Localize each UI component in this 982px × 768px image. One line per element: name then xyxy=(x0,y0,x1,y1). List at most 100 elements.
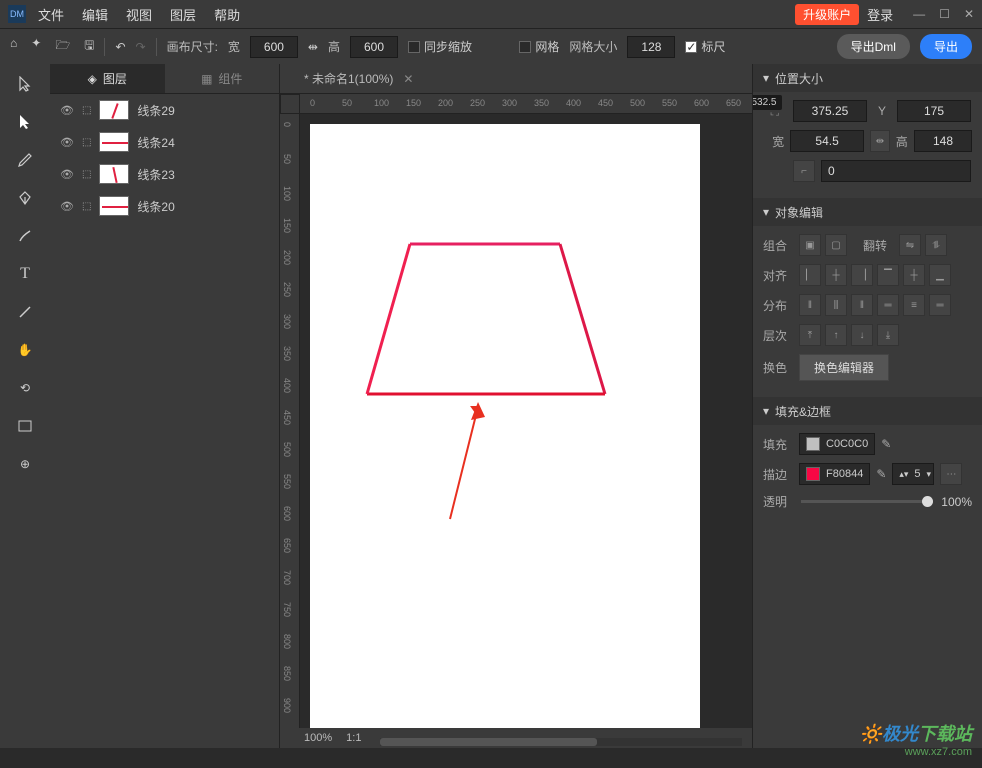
brush-tool[interactable] xyxy=(11,226,39,246)
section-fill-stroke[interactable]: ▾ 填充&边框 xyxy=(753,397,982,425)
recolor-editor-button[interactable]: 换色编辑器 xyxy=(799,354,889,381)
tab-components[interactable]: ▦ 组件 xyxy=(165,64,280,93)
dist-6-button[interactable]: ═ xyxy=(929,294,951,316)
menu-help[interactable]: 帮助 xyxy=(214,5,240,24)
canvas-page[interactable] xyxy=(310,124,700,728)
new-icon[interactable]: ✦ xyxy=(31,36,41,57)
ungroup-button[interactable]: ▢ xyxy=(825,234,847,256)
zoom-value[interactable]: 100% xyxy=(304,732,332,744)
dist-5-button[interactable]: ≡ xyxy=(903,294,925,316)
menu-edit[interactable]: 编辑 xyxy=(82,5,108,24)
minimize-icon[interactable]: — xyxy=(913,7,925,21)
zoom-ratio[interactable]: 1:1 xyxy=(346,732,361,744)
align-bottom-button[interactable]: ▁ xyxy=(929,264,951,286)
menu-layer[interactable]: 图层 xyxy=(170,5,196,24)
rect-tool[interactable] xyxy=(11,416,39,436)
save-icon[interactable]: 🖫 xyxy=(84,36,94,57)
stroke-eyedropper-icon[interactable]: ✎ xyxy=(876,467,886,481)
pos-y-input[interactable] xyxy=(897,100,971,122)
section-object-edit[interactable]: ▾ 对象编辑 xyxy=(753,198,982,226)
grid-checkbox[interactable]: 网格 xyxy=(519,38,559,55)
canvas-width-input[interactable] xyxy=(250,36,298,58)
opacity-label: 透明 xyxy=(763,493,793,510)
link-dimensions-icon[interactable]: ⇹ xyxy=(308,40,318,54)
stroke-width-field[interactable]: ▴▾ 5 ▾ xyxy=(892,463,934,485)
upgrade-badge[interactable]: 升级账户 xyxy=(795,4,859,25)
undo-icon[interactable]: ↶ xyxy=(115,40,125,54)
align-center-v-button[interactable]: ┼ xyxy=(903,264,925,286)
dist-2-button[interactable]: ⫼ xyxy=(825,294,847,316)
flip-v-button[interactable]: ⥮ xyxy=(925,234,947,256)
zoom-tool[interactable]: ⊕ xyxy=(11,454,39,474)
visibility-icon[interactable]: 👁 xyxy=(60,104,74,117)
pointer-tool[interactable] xyxy=(11,74,39,94)
visibility-icon[interactable]: 👁 xyxy=(60,168,74,181)
horizontal-scrollbar[interactable] xyxy=(380,738,742,746)
export-button[interactable]: 导出 xyxy=(920,34,972,59)
dist-1-button[interactable]: ‖ xyxy=(799,294,821,316)
height-input[interactable] xyxy=(914,130,972,152)
export-dml-button[interactable]: 导出Dml xyxy=(837,34,910,59)
distribute-label: 分布 xyxy=(763,297,793,314)
maximize-icon[interactable]: ☐ xyxy=(939,7,950,21)
backward-button[interactable]: ↓ xyxy=(851,324,873,346)
opacity-slider[interactable] xyxy=(801,500,933,503)
section-position-size[interactable]: ▾ 位置大小 xyxy=(753,64,982,92)
text-tool[interactable]: T xyxy=(11,264,39,284)
width-input[interactable] xyxy=(790,130,864,152)
group-button[interactable]: ▣ xyxy=(799,234,821,256)
align-right-button[interactable]: ▕ xyxy=(851,264,873,286)
height-label: 高 xyxy=(328,38,340,55)
open-icon[interactable]: 🗁 xyxy=(55,36,70,57)
canvas-height-input[interactable] xyxy=(350,36,398,58)
stroke-more-button[interactable]: ⋯ xyxy=(940,463,962,485)
select-tool[interactable] xyxy=(11,112,39,132)
tab-close-icon[interactable]: ✕ xyxy=(403,72,413,86)
lock-icon[interactable]: ⬚ xyxy=(82,105,91,116)
grid-size-input[interactable] xyxy=(627,36,675,58)
lock-icon[interactable]: ⬚ xyxy=(82,169,91,180)
line-tool[interactable] xyxy=(11,302,39,322)
pen-tool[interactable] xyxy=(11,150,39,170)
fill-color-field[interactable]: C0C0C0 xyxy=(799,433,875,455)
home-icon[interactable]: ⌂ xyxy=(10,36,17,57)
nib-tool[interactable] xyxy=(11,188,39,208)
to-back-button[interactable]: ⤓ xyxy=(877,324,899,346)
sync-zoom-checkbox[interactable]: 同步缩放 xyxy=(408,38,472,55)
login-link[interactable]: 登录 xyxy=(867,5,893,24)
pos-x-input[interactable] xyxy=(793,100,867,122)
ruler-checkbox[interactable]: ✓标尺 xyxy=(685,38,725,55)
hand-tool[interactable]: ✋ xyxy=(11,340,39,360)
align-top-button[interactable]: ▔ xyxy=(877,264,899,286)
menu-view[interactable]: 视图 xyxy=(126,5,152,24)
opacity-value: 100% xyxy=(941,495,972,509)
lock-icon[interactable]: ⬚ xyxy=(82,137,91,148)
visibility-icon[interactable]: 👁 xyxy=(60,136,74,149)
main-menu: 文件 编辑 视图 图层 帮助 xyxy=(38,5,795,24)
dist-3-button[interactable]: ‖ xyxy=(851,294,873,316)
align-center-h-button[interactable]: ┼ xyxy=(825,264,847,286)
layer-row[interactable]: 👁⬚线条24 xyxy=(50,126,279,158)
canvas-viewport[interactable] xyxy=(300,114,752,728)
layer-row[interactable]: 👁⬚线条23 xyxy=(50,158,279,190)
close-icon[interactable]: ✕ xyxy=(964,7,974,21)
drawing-shapes xyxy=(310,124,700,728)
stroke-color-field[interactable]: F80844 xyxy=(799,463,870,485)
forward-button[interactable]: ↑ xyxy=(825,324,847,346)
rotation-input[interactable] xyxy=(821,160,971,182)
layer-row[interactable]: 👁⬚线条29 xyxy=(50,94,279,126)
lock-icon[interactable]: ⬚ xyxy=(82,201,91,212)
redo-icon[interactable]: ↷ xyxy=(136,40,146,54)
visibility-icon[interactable]: 👁 xyxy=(60,200,74,213)
tab-layers[interactable]: ◈ 图层 xyxy=(50,64,165,93)
dist-4-button[interactable]: ═ xyxy=(877,294,899,316)
to-front-button[interactable]: ⤒ xyxy=(799,324,821,346)
menu-file[interactable]: 文件 xyxy=(38,5,64,24)
align-left-button[interactable]: ▏ xyxy=(799,264,821,286)
flip-h-button[interactable]: ⇋ xyxy=(899,234,921,256)
rotate-tool[interactable]: ⟲ xyxy=(11,378,39,398)
link-wh-icon[interactable]: ⇹ xyxy=(870,130,890,152)
document-tab[interactable]: * 未命名1(100%) ✕ xyxy=(290,64,427,93)
layer-row[interactable]: 👁⬚线条20 xyxy=(50,190,279,222)
fill-eyedropper-icon[interactable]: ✎ xyxy=(881,437,891,451)
